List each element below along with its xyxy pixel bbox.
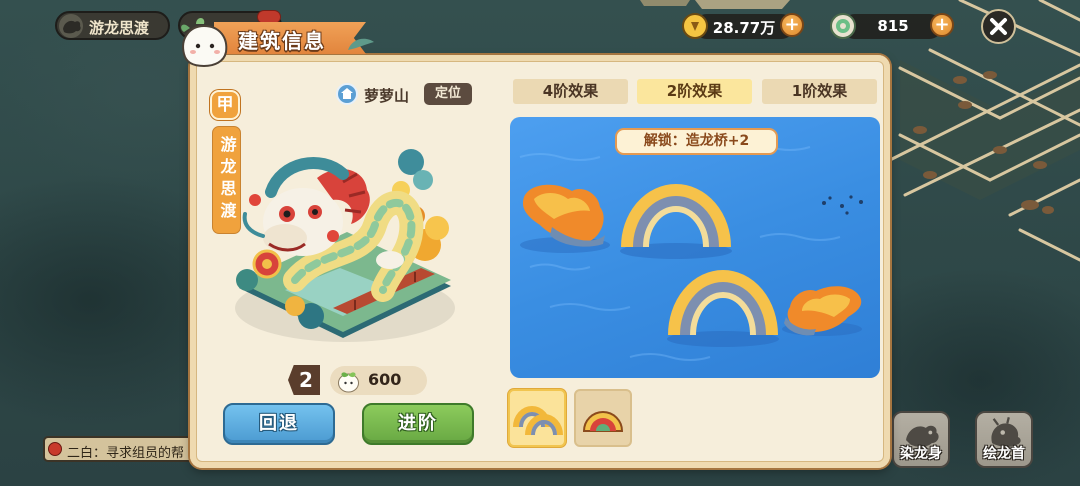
building-badge-label: 游龙思渡 — [89, 19, 150, 37]
grade-badge: 甲 — [210, 90, 240, 120]
sprout-icon — [336, 368, 361, 393]
upgrade-cost-value: 600 — [368, 370, 402, 389]
dye-dragon-body-label: 染龙身 — [900, 446, 942, 462]
unlock-label: 解锁：造龙桥+2 — [615, 128, 778, 155]
location-name: 萝萝山 — [364, 87, 410, 105]
locate-button[interactable]: 定位 — [424, 83, 472, 105]
building-badge[interactable]: 游龙思渡 — [55, 11, 170, 40]
tab-tier-2-effect[interactable]: 2阶效果 — [637, 79, 752, 104]
leaf-decoration-icon — [348, 38, 374, 50]
panel-title: 建筑信息 — [238, 29, 326, 53]
advance-button[interactable]: 进阶 — [362, 403, 474, 445]
building-info-panel: 甲 游龙思渡 萝萝山 定位 2 600 回退 进阶 4阶效果 2阶效果 1阶效果… — [190, 55, 890, 468]
thumbnail-dragon-bridge[interactable] — [508, 389, 566, 447]
dragon-bridge-preview-art — [519, 143, 863, 361]
quest-text: 二白：寻求组员的帮 — [67, 446, 185, 461]
paint-dragon-head-label: 绘龙首 — [983, 446, 1025, 462]
add-jade-button[interactable]: + — [930, 13, 954, 37]
quest-bar[interactable]: 二白：寻求组员的帮 — [43, 436, 203, 462]
jade-coin-icon — [830, 13, 856, 39]
add-gold-button[interactable]: + — [780, 13, 804, 37]
gold-amount: 28.77万 — [712, 19, 776, 37]
tab-tier-1-effect[interactable]: 1阶效果 — [762, 79, 877, 104]
close-icon — [990, 18, 1007, 35]
tab-tier-4-effect[interactable]: 4阶效果 — [513, 79, 628, 104]
location-icon — [336, 83, 358, 105]
notification-badge — [257, 10, 281, 24]
back-button[interactable]: 回退 — [223, 403, 335, 445]
mascot-icon — [181, 18, 228, 68]
quest-alert-dot — [48, 442, 62, 456]
game-screen: 游龙思渡 二白：寻求组员的帮 28.77万 + 815 + 染龙身 绘龙首 甲 … — [0, 0, 1080, 486]
dragon-bridge-icon — [513, 406, 563, 436]
close-button[interactable] — [981, 9, 1016, 44]
effect-preview: 解锁：造龙桥+2 — [510, 117, 880, 378]
paint-dragon-head-button[interactable]: 绘龙首 — [975, 411, 1033, 468]
thumbnail-fan-bridge[interactable] — [574, 389, 632, 447]
dye-dragon-body-button[interactable]: 染龙身 — [892, 411, 950, 468]
dragon-icon — [58, 13, 84, 39]
jade-amount: 815 — [877, 17, 909, 35]
dragon-building-illustration — [235, 149, 455, 342]
fan-bridge-icon — [582, 411, 624, 432]
upgrade-cost: 600 — [330, 366, 427, 395]
gold-coin-icon — [682, 13, 708, 39]
level-badge: 2 — [288, 365, 320, 395]
